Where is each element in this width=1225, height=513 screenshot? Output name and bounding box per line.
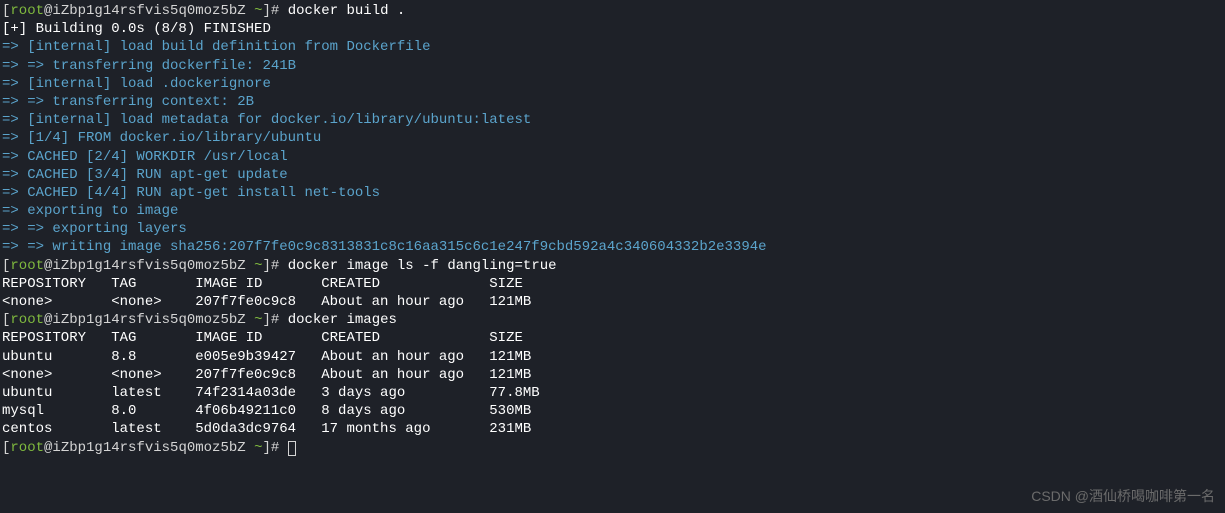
prompt-line-4: [root@iZbp1g14rsfvis5q0moz5bZ ~]# (2, 439, 1223, 457)
command-2[interactable]: docker image ls -f dangling=true (288, 258, 557, 274)
prompt-user: root (10, 312, 44, 328)
prompt-line-1: [root@iZbp1g14rsfvis5q0moz5bZ ~]# docker… (2, 2, 1223, 20)
table-row: ubuntu latest 74f2314a03de 3 days ago 77… (2, 384, 1223, 402)
build-step: => [internal] load metadata for docker.i… (2, 111, 1223, 129)
prompt-line-3: [root@iZbp1g14rsfvis5q0moz5bZ ~]# docker… (2, 311, 1223, 329)
command-1[interactable]: docker build . (288, 3, 406, 19)
build-header: [+] Building 0.0s (8/8) FINISHED (2, 20, 1223, 38)
cursor-icon[interactable] (288, 441, 296, 456)
prompt-line-2: [root@iZbp1g14rsfvis5q0moz5bZ ~]# docker… (2, 257, 1223, 275)
command-3[interactable]: docker images (288, 312, 397, 328)
prompt-host: iZbp1g14rsfvis5q0moz5bZ (52, 440, 245, 456)
table-row: <none> <none> 207f7fe0c9c8 About an hour… (2, 366, 1223, 384)
build-step: => exporting to image (2, 202, 1223, 220)
prompt-host: iZbp1g14rsfvis5q0moz5bZ (52, 3, 245, 19)
table-header: REPOSITORY TAG IMAGE ID CREATED SIZE (2, 275, 1223, 293)
table-row: <none> <none> 207f7fe0c9c8 About an hour… (2, 293, 1223, 311)
build-step: => => writing image sha256:207f7fe0c9c83… (2, 238, 1223, 256)
table-header: REPOSITORY TAG IMAGE ID CREATED SIZE (2, 329, 1223, 347)
prompt-user: root (10, 440, 44, 456)
prompt-host: iZbp1g14rsfvis5q0moz5bZ (52, 258, 245, 274)
build-step: => => exporting layers (2, 220, 1223, 238)
build-step: => CACHED [2/4] WORKDIR /usr/local (2, 148, 1223, 166)
table-row: ubuntu 8.8 e005e9b39427 About an hour ag… (2, 348, 1223, 366)
watermark: CSDN @酒仙桥喝咖啡第一名 (1031, 487, 1215, 505)
prompt-host: iZbp1g14rsfvis5q0moz5bZ (52, 312, 245, 328)
table-row: mysql 8.0 4f06b49211c0 8 days ago 530MB (2, 402, 1223, 420)
build-step: => => transferring context: 2B (2, 93, 1223, 111)
build-step: => [1/4] FROM docker.io/library/ubuntu (2, 129, 1223, 147)
build-step: => [internal] load .dockerignore (2, 75, 1223, 93)
build-step: => [internal] load build definition from… (2, 38, 1223, 56)
prompt-user: root (10, 3, 44, 19)
build-step: => CACHED [4/4] RUN apt-get install net-… (2, 184, 1223, 202)
build-step: => => transferring dockerfile: 241B (2, 57, 1223, 75)
build-step: => CACHED [3/4] RUN apt-get update (2, 166, 1223, 184)
prompt-user: root (10, 258, 44, 274)
table-row: centos latest 5d0da3dc9764 17 months ago… (2, 420, 1223, 438)
